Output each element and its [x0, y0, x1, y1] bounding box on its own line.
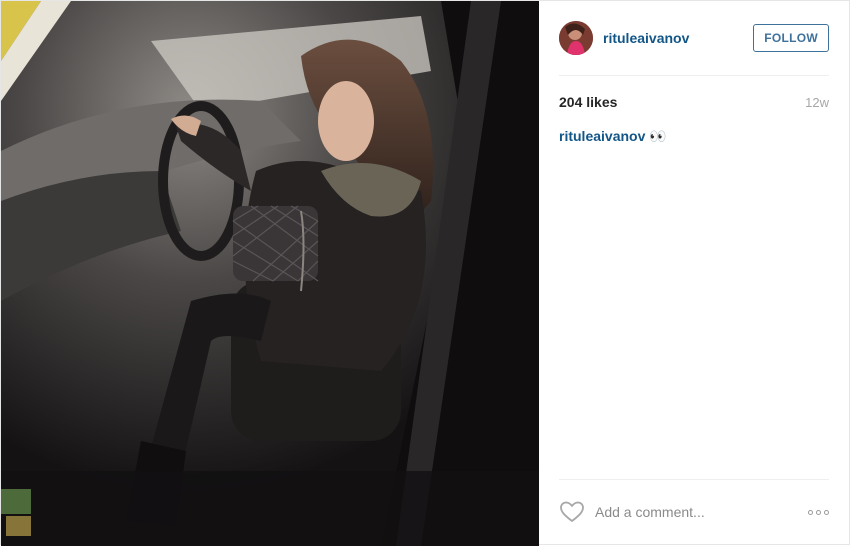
more-dot: [824, 509, 829, 515]
more-dot: [816, 509, 821, 515]
post-age[interactable]: 12w: [805, 95, 829, 110]
caption-text: 👀: [649, 128, 667, 144]
photo-image: [1, 1, 539, 546]
post-photo[interactable]: [1, 1, 539, 546]
heart-icon[interactable]: [559, 500, 585, 524]
comment-bar: [559, 479, 829, 544]
post-card: rituleaivanov FOLLOW 204 likes 12w ritul…: [0, 0, 850, 546]
post-details: rituleaivanov FOLLOW 204 likes 12w ritul…: [539, 1, 849, 544]
post-stats: 204 likes 12w: [559, 94, 829, 110]
follow-button[interactable]: FOLLOW: [753, 24, 829, 52]
more-options-icon[interactable]: [808, 509, 829, 515]
avatar-image: [559, 21, 593, 55]
username-link[interactable]: rituleaivanov: [603, 30, 753, 46]
more-dot: [808, 509, 813, 515]
avatar[interactable]: [559, 21, 593, 55]
caption: rituleaivanov 👀: [559, 128, 829, 145]
post-header: rituleaivanov FOLLOW: [559, 1, 829, 76]
caption-username[interactable]: rituleaivanov: [559, 128, 645, 144]
likes-count[interactable]: 204 likes: [559, 94, 617, 110]
comment-input[interactable]: [593, 503, 808, 521]
